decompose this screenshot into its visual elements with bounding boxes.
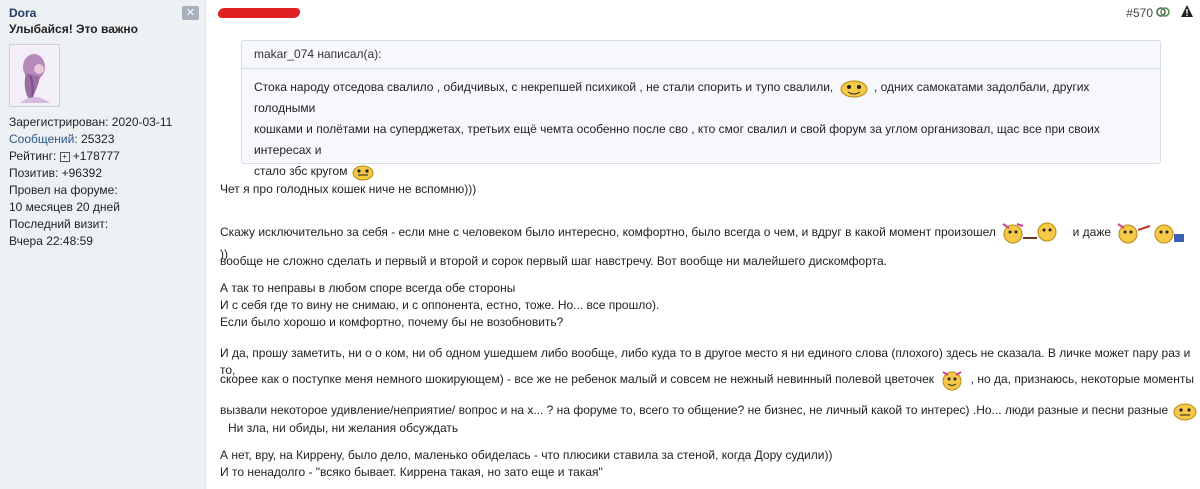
close-icon[interactable]: ✕ (182, 6, 199, 20)
post-content: #570 makar_074 написал(а): Стока народу … (207, 0, 1200, 489)
user-profile-sidebar: Dora Улыбайся! Это важно ✕ Зарегистриров… (0, 0, 206, 489)
rating-plus-button[interactable]: + (59, 151, 70, 162)
smiley-icon (1173, 403, 1197, 421)
messages-label[interactable]: Сообщений: (9, 132, 78, 146)
post-paragraph: скорее как о поступке меня немного шокир… (220, 367, 1194, 393)
quote-block: makar_074 написал(а): Стока народу отсед… (241, 40, 1161, 181)
redacted-post-title (216, 8, 302, 18)
quote-body: Стока народу отседова свалило , обидчивы… (254, 77, 1150, 182)
smiley-icon (352, 165, 374, 181)
forum-post: Dora Улыбайся! Это важно ✕ Зарегистриров… (0, 0, 1200, 489)
post-paragraph: Чет я про голодных кошек ниче не вспомню… (220, 182, 477, 196)
post-text: скорее как о поступке меня немного шокир… (220, 372, 934, 387)
post-paragraph: Ни зла, ни обиды, ни желания обсуждать (228, 421, 459, 435)
username[interactable]: Dora (9, 6, 36, 20)
post-text: А так то неправы в любом споре всегда об… (220, 281, 516, 295)
post-text: А нет, вру, на Киррену, было дело, мален… (220, 448, 833, 462)
post-text: Скажу исключительно за себя - если мне с… (220, 225, 996, 240)
smiley-icon (1002, 222, 1057, 244)
avatar (9, 44, 60, 107)
quote-line: кошками и полётами на суперджетах, треть… (254, 122, 1100, 157)
post-text: и даже (1072, 225, 1112, 240)
post-paragraph: А нет, вру, на Киррену, было дело, мален… (220, 447, 832, 481)
user-stats: Зарегистрирован: 2020-03-11 Сообщений: 2… (9, 114, 172, 250)
post-text: , но да, признаюсь, некоторые моменты (970, 372, 1194, 387)
warning-icon[interactable] (1180, 4, 1194, 18)
rating-label: Рейтинг: (9, 149, 57, 163)
post-text: И с себя где то вину не снимаю, и с оппо… (220, 298, 660, 312)
registered-value: 2020-03-11 (111, 115, 173, 129)
last-visit-label: Последний визит: (9, 217, 109, 231)
copy-link-icon[interactable] (1156, 6, 1170, 18)
user-title: Улыбайся! Это важно (9, 22, 138, 36)
forum-time-value: 10 месяцев 20 дней (9, 200, 120, 214)
post-paragraph: А так то неправы в любом споре всегда об… (220, 280, 659, 331)
positive-label: Позитив: (9, 166, 59, 180)
messages-value: 25323 (81, 132, 115, 146)
post-paragraph: вообще не сложно сделать и первый и втор… (220, 254, 887, 268)
quote-header: makar_074 написал(а): (242, 41, 1160, 69)
quote-line: Стока народу отседова свалило , обидчивы… (254, 80, 834, 94)
quote-line: стало збс кругом (254, 164, 348, 178)
post-text: Если было хорошо и комфортно, почему бы … (220, 315, 564, 329)
smiley-icon (942, 371, 962, 391)
post-paragraph: вызвали некоторое удивление/неприятие/ в… (220, 400, 1199, 422)
forum-time-label: Провел на форуме: (9, 183, 118, 197)
registered-label: Зарегистрирован: (9, 115, 109, 129)
smiley-icon (1117, 223, 1185, 244)
rating-value: +178777 (72, 149, 120, 163)
post-text: И то ненадолго - "всяко бывает. Киррена … (220, 465, 603, 479)
positive-value: +96392 (61, 166, 103, 180)
post-text: вызвали некоторое удивление/неприятие/ в… (220, 403, 1169, 418)
last-visit-value: Вчера 22:48:59 (9, 234, 93, 248)
smiley-icon (840, 80, 868, 98)
post-number-link[interactable]: #570 (1126, 6, 1153, 20)
